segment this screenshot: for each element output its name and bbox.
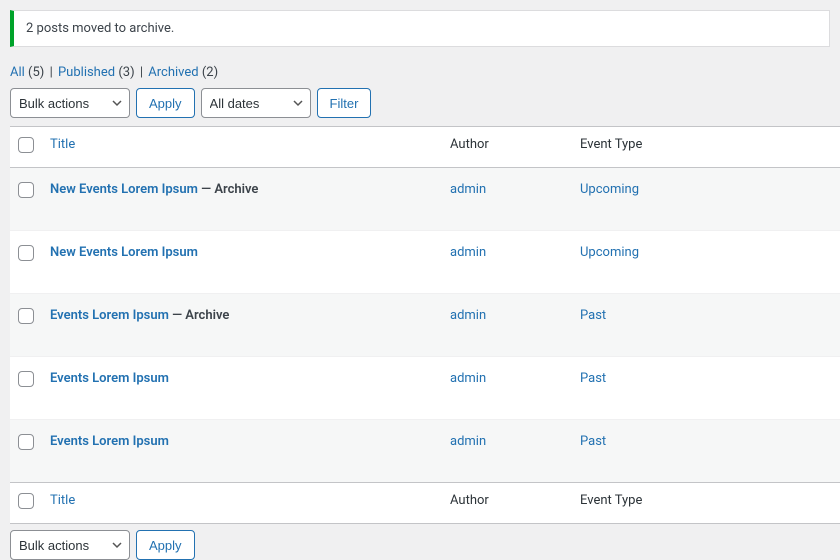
row-checkbox[interactable] (18, 308, 34, 324)
table-header-row: Title Author Event Type (10, 127, 840, 168)
date-filter-select[interactable]: All dates (201, 88, 311, 118)
author-link[interactable]: admin (450, 182, 486, 197)
filter-published[interactable]: Published (58, 65, 115, 80)
filter-all-count: (5) (28, 65, 44, 80)
post-title-link[interactable]: Events Lorem Ipsum (50, 434, 169, 449)
col-title-sort[interactable]: Title (50, 137, 75, 152)
row-checkbox[interactable] (18, 371, 34, 387)
tablenav-top: Bulk actions Apply All dates Filter (10, 88, 830, 118)
apply-button-bottom[interactable]: Apply (136, 530, 195, 560)
event-type-link[interactable]: Past (580, 434, 606, 449)
notice-archive: 2 posts moved to archive. (10, 10, 830, 47)
author-link[interactable]: admin (450, 371, 486, 386)
post-title-link[interactable]: Events Lorem Ipsum (50, 308, 169, 323)
table-row: New Events Lorem Ipsum — Archive admin Upc… (10, 168, 840, 231)
posts-table: Title Author Event Type New Events Lorem… (10, 126, 840, 524)
col-author-bottom: Author (442, 483, 572, 524)
select-all-bottom[interactable] (18, 493, 34, 509)
filter-archived[interactable]: Archived (148, 65, 198, 80)
event-type-link[interactable]: Upcoming (580, 245, 639, 260)
post-title-link[interactable]: New Events Lorem Ipsum (50, 182, 198, 197)
bulk-actions-select-bottom[interactable]: Bulk actions (10, 530, 130, 560)
table-row: Events Lorem Ipsum admin Past (10, 420, 840, 483)
row-checkbox[interactable] (18, 434, 34, 450)
select-all-top[interactable] (18, 137, 34, 153)
table-footer-row: Title Author Event Type (10, 483, 840, 524)
row-checkbox[interactable] (18, 245, 34, 261)
event-type-link[interactable]: Past (580, 371, 606, 386)
author-link[interactable]: admin (450, 308, 486, 323)
apply-button-top[interactable]: Apply (136, 88, 195, 118)
row-checkbox[interactable] (18, 182, 34, 198)
table-row: Events Lorem Ipsum — Archive admin Past (10, 294, 840, 357)
table-row: Events Lorem Ipsum admin Past (10, 357, 840, 420)
post-title-link[interactable]: New Events Lorem Ipsum (50, 245, 198, 260)
filter-archived-count: (2) (202, 65, 218, 80)
post-title-link[interactable]: Events Lorem Ipsum (50, 371, 169, 386)
notice-message: 2 posts moved to archive. (26, 21, 174, 36)
table-row: New Events Lorem Ipsum admin Upcoming (10, 231, 840, 294)
filter-published-count: (3) (118, 65, 134, 80)
col-event-type-bottom: Event Type (572, 483, 840, 524)
post-status-filter: All (5) | Published (3) | Archived (2) (10, 65, 830, 80)
col-event-type: Event Type (572, 127, 840, 168)
filter-button[interactable]: Filter (317, 88, 372, 118)
author-link[interactable]: admin (450, 434, 486, 449)
post-state: — Archive (169, 308, 230, 323)
col-author: Author (442, 127, 572, 168)
tablenav-bottom: Bulk actions Apply (10, 530, 830, 560)
event-type-link[interactable]: Upcoming (580, 182, 639, 197)
bulk-actions-select[interactable]: Bulk actions (10, 88, 130, 118)
event-type-link[interactable]: Past (580, 308, 606, 323)
post-state: — Archive (198, 182, 259, 197)
filter-all[interactable]: All (10, 65, 25, 80)
col-title-sort-bottom[interactable]: Title (50, 493, 75, 508)
author-link[interactable]: admin (450, 245, 486, 260)
